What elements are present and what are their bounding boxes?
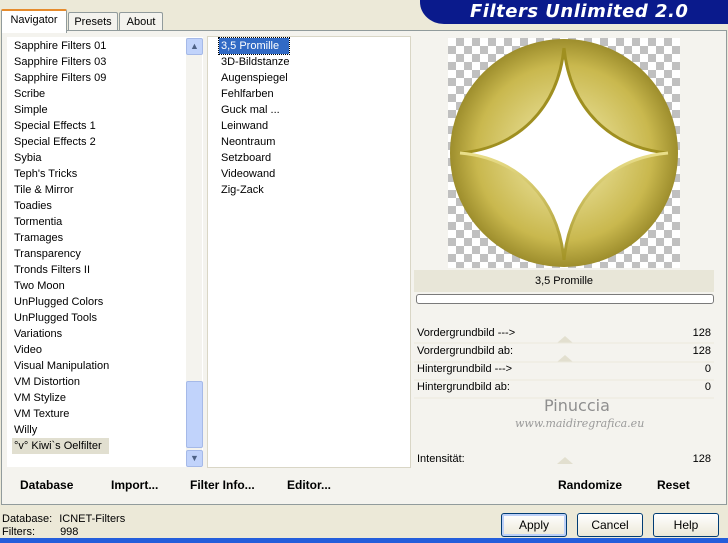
help-button[interactable]: Help: [653, 513, 719, 537]
category-item[interactable]: Transparency: [12, 246, 109, 262]
taskbar: [0, 538, 728, 543]
category-item[interactable]: Tormentia: [12, 214, 109, 230]
scroll-up-button[interactable]: ▲: [186, 38, 203, 55]
category-item[interactable]: Visual Manipulation: [12, 358, 109, 374]
category-item[interactable]: UnPlugged Tools: [12, 310, 109, 326]
category-item[interactable]: °v° Kiwi`s Oelfilter: [12, 438, 110, 454]
category-item[interactable]: VM Stylize: [12, 390, 109, 406]
apply-button[interactable]: Apply: [501, 513, 567, 537]
category-item[interactable]: Tronds Filters II: [12, 262, 109, 278]
filter-list[interactable]: 3,5 Promille 3D-Bildstanze Augenspiegel Feh…: [207, 36, 411, 468]
category-item[interactable]: Sapphire Filters 01: [12, 38, 109, 54]
tab-presets[interactable]: Presets: [68, 12, 118, 31]
database-label: Database:: [2, 513, 53, 525]
scroll-thumb[interactable]: [186, 381, 203, 448]
import-button[interactable]: Import...: [111, 478, 158, 492]
status-database: Database: ICNET-Filters: [2, 513, 125, 525]
filters-value: 998: [60, 526, 79, 538]
database-value: ICNET-Filters: [59, 513, 126, 525]
intensity-value: 128: [692, 453, 711, 465]
progress-bar: [416, 294, 714, 304]
category-item[interactable]: Toadies: [12, 198, 109, 214]
category-item[interactable]: Scribe: [12, 86, 109, 102]
category-item[interactable]: Willy: [12, 422, 109, 438]
category-item[interactable]: Sybia: [12, 150, 109, 166]
category-item[interactable]: Two Moon: [12, 278, 109, 294]
filter-item[interactable]: Augenspiegel: [219, 70, 289, 86]
category-item[interactable]: Sapphire Filters 03: [12, 54, 109, 70]
filter-item[interactable]: Videowand: [219, 166, 289, 182]
filter-item[interactable]: Fehlfarben: [219, 86, 289, 102]
filter-item[interactable]: Leinwand: [219, 118, 289, 134]
filter-info-button[interactable]: Filter Info...: [190, 478, 255, 492]
category-item[interactable]: Special Effects 1: [12, 118, 109, 134]
category-item[interactable]: Simple: [12, 102, 109, 118]
tab-navigator[interactable]: Navigator: [1, 9, 67, 33]
intensity-label: Intensität:: [417, 453, 465, 465]
category-item[interactable]: Variations: [12, 326, 109, 342]
watermark-url: www.maidiregrafica.eu: [515, 417, 645, 430]
filter-item[interactable]: Neontraum: [219, 134, 289, 150]
tab-about[interactable]: About: [119, 12, 163, 31]
filter-item[interactable]: Guck mal ...: [219, 102, 289, 118]
category-item[interactable]: VM Texture: [12, 406, 109, 422]
category-item[interactable]: VM Distortion: [12, 374, 109, 390]
randomize-button[interactable]: Randomize: [558, 478, 622, 492]
category-item[interactable]: Tramages: [12, 230, 109, 246]
category-item[interactable]: Special Effects 2: [12, 134, 109, 150]
database-button[interactable]: Database: [20, 478, 73, 492]
selected-filter-caption: 3,5 Promille: [414, 270, 714, 292]
category-item[interactable]: Teph's Tricks: [12, 166, 109, 182]
preview-image: [448, 38, 680, 268]
category-item[interactable]: Tile & Mirror: [12, 182, 109, 198]
category-scrollbar[interactable]: ▲ ▼: [186, 38, 203, 467]
cancel-button[interactable]: Cancel: [577, 513, 643, 537]
filter-item[interactable]: Setzboard: [219, 150, 289, 166]
scroll-down-button[interactable]: ▼: [186, 450, 203, 467]
watermark-name: Pinuccia: [544, 396, 610, 415]
category-item[interactable]: UnPlugged Colors: [12, 294, 109, 310]
category-item[interactable]: Video: [12, 342, 109, 358]
status-filters: Filters: 998: [2, 526, 78, 538]
filter-item[interactable]: Zig-Zack: [219, 182, 289, 198]
filter-item[interactable]: 3D-Bildstanze: [219, 54, 289, 70]
preview-artwork: [450, 39, 678, 267]
filters-label: Filters:: [2, 526, 35, 538]
category-item[interactable]: Sapphire Filters 09: [12, 70, 109, 86]
category-list[interactable]: Sapphire Filters 01 Sapphire Filters 03 Sa…: [6, 36, 204, 468]
filter-item[interactable]: 3,5 Promille: [217, 37, 291, 55]
editor-button[interactable]: Editor...: [287, 478, 331, 492]
app-title: Filters Unlimited 2.0: [470, 1, 689, 22]
intensity-slider[interactable]: Intensität: 128: [414, 452, 714, 469]
reset-button[interactable]: Reset: [657, 478, 690, 492]
